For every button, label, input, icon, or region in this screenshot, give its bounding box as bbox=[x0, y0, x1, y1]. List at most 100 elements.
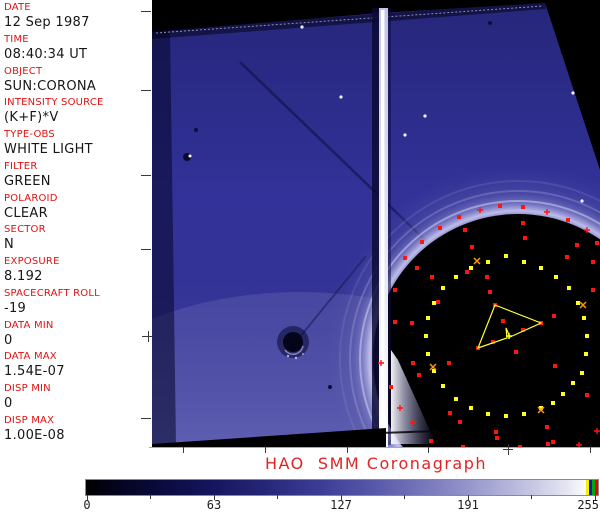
colorbar-tick-label: 0 bbox=[67, 498, 107, 512]
red-dot bbox=[436, 300, 440, 304]
yellow-dot bbox=[424, 334, 428, 338]
white-speck bbox=[300, 25, 303, 28]
left-axis-plus bbox=[142, 336, 152, 337]
instrument-title: HAO SMM Coronagraph bbox=[152, 454, 600, 473]
white-speck bbox=[580, 199, 583, 202]
metadata-field: FILTERGREEN bbox=[4, 160, 152, 192]
yellow-dot bbox=[580, 371, 584, 375]
white-speck bbox=[423, 114, 426, 117]
field-value: 1.54E-07 bbox=[4, 363, 152, 380]
red-dot bbox=[447, 361, 451, 365]
field-value: 1.00E-08 bbox=[4, 427, 152, 444]
colorbar-minor-tick bbox=[404, 495, 405, 499]
yellow-dot bbox=[432, 301, 436, 305]
field-value: 0 bbox=[4, 332, 152, 349]
metadata-field: TYPE-OBSWHITE LIGHT bbox=[4, 128, 152, 160]
metadata-field: INTENSITY SOURCE(K+F)*V bbox=[4, 96, 152, 128]
left-axis-tick bbox=[141, 11, 151, 12]
red-dot bbox=[393, 320, 397, 324]
red-dot bbox=[463, 228, 467, 232]
left-axis-plus bbox=[148, 331, 149, 342]
bottom-axis-tick bbox=[590, 447, 591, 453]
yellow-dot bbox=[585, 334, 589, 338]
image-bottom-border bbox=[149, 447, 600, 448]
yellow-dot bbox=[441, 384, 445, 388]
yellow-dot bbox=[486, 412, 490, 416]
metadata-field: SECTORN bbox=[4, 223, 152, 255]
colorbar-tick-label: 127 bbox=[321, 498, 361, 512]
red-dot bbox=[438, 226, 442, 230]
colorbar-tick-label: 191 bbox=[448, 498, 488, 512]
red-dot bbox=[595, 241, 599, 245]
field-value: SUN:CORONA bbox=[4, 78, 152, 95]
left-axis-tick bbox=[141, 175, 151, 176]
field-label: DISP MIN bbox=[4, 382, 152, 395]
metadata-field: TIME08:40:34 UT bbox=[4, 33, 152, 65]
field-label: POLAROID bbox=[4, 192, 152, 205]
left-axis-tick bbox=[141, 418, 151, 419]
field-label: EXPOSURE bbox=[4, 255, 152, 268]
field-label: SECTOR bbox=[4, 223, 152, 236]
red-dot bbox=[501, 319, 505, 323]
metadata-field: DATA MAX1.54E-07 bbox=[4, 350, 152, 382]
metadata-field: SPACECRAFT ROLL-19 bbox=[4, 287, 152, 319]
bottom-axis-tick bbox=[183, 447, 184, 453]
dark-speck bbox=[488, 21, 492, 25]
field-label: TYPE-OBS bbox=[4, 128, 152, 141]
field-label: INTENSITY SOURCE bbox=[4, 96, 152, 109]
red-dot bbox=[389, 385, 393, 389]
yellow-dot bbox=[576, 301, 580, 305]
yellow-dot bbox=[571, 381, 575, 385]
red-dot bbox=[553, 364, 557, 368]
field-value: 8.192 bbox=[4, 268, 152, 285]
metadata-field: EXPOSURE8.192 bbox=[4, 255, 152, 287]
bottom-axis-tick bbox=[347, 447, 348, 453]
red-dot bbox=[420, 240, 424, 244]
red-dot bbox=[411, 361, 415, 365]
yellow-dot bbox=[469, 406, 473, 410]
red-dot bbox=[494, 430, 498, 434]
red-dot bbox=[485, 275, 489, 279]
colorbar-tick-label: 63 bbox=[194, 498, 234, 512]
red-dot bbox=[523, 236, 527, 240]
field-label: DATA MIN bbox=[4, 319, 152, 332]
red-dot bbox=[551, 440, 555, 444]
metadata-field: OBJECTSUN:CORONA bbox=[4, 65, 152, 97]
red-dot bbox=[403, 256, 407, 260]
bottom-axis-plus bbox=[503, 449, 513, 450]
red-dot bbox=[591, 260, 595, 264]
yellow-dot bbox=[554, 275, 558, 279]
red-dot bbox=[410, 321, 414, 325]
metadata-panel: DATE12 Sep 1987TIME08:40:34 UTOBJECTSUN:… bbox=[0, 0, 152, 447]
yellow-dot bbox=[486, 260, 490, 264]
yellow-dot bbox=[567, 286, 571, 290]
dark-speck bbox=[194, 128, 198, 132]
yellow-dot bbox=[469, 266, 473, 270]
metadata-field: DATA MIN0 bbox=[4, 319, 152, 351]
red-dot bbox=[585, 393, 589, 397]
white-speck bbox=[339, 95, 342, 98]
saturation-stripe bbox=[595, 480, 598, 495]
field-value: CLEAR bbox=[4, 205, 152, 222]
red-dot bbox=[566, 218, 570, 222]
yellow-dot bbox=[504, 254, 508, 258]
field-label: OBJECT bbox=[4, 65, 152, 78]
yellow-dot bbox=[551, 401, 555, 405]
left-axis-tick bbox=[141, 249, 151, 250]
yellow-dot bbox=[454, 397, 458, 401]
red-dot bbox=[457, 215, 461, 219]
coronagraph-image bbox=[152, 0, 600, 447]
red-dot bbox=[417, 373, 421, 377]
white-speck bbox=[571, 91, 574, 94]
coronagraph-frame bbox=[152, 0, 600, 447]
red-dot bbox=[498, 204, 502, 208]
colorbar-minor-tick bbox=[277, 495, 278, 499]
intensity-colorbar bbox=[85, 479, 599, 496]
yellow-dot bbox=[582, 316, 586, 320]
metadata-field: DISP MIN0 bbox=[4, 382, 152, 414]
yellow-dot bbox=[522, 260, 526, 264]
red-dot bbox=[429, 439, 433, 443]
colorbar-minor-tick bbox=[531, 495, 532, 499]
field-label: DISP MAX bbox=[4, 414, 152, 427]
red-dot bbox=[575, 243, 579, 247]
